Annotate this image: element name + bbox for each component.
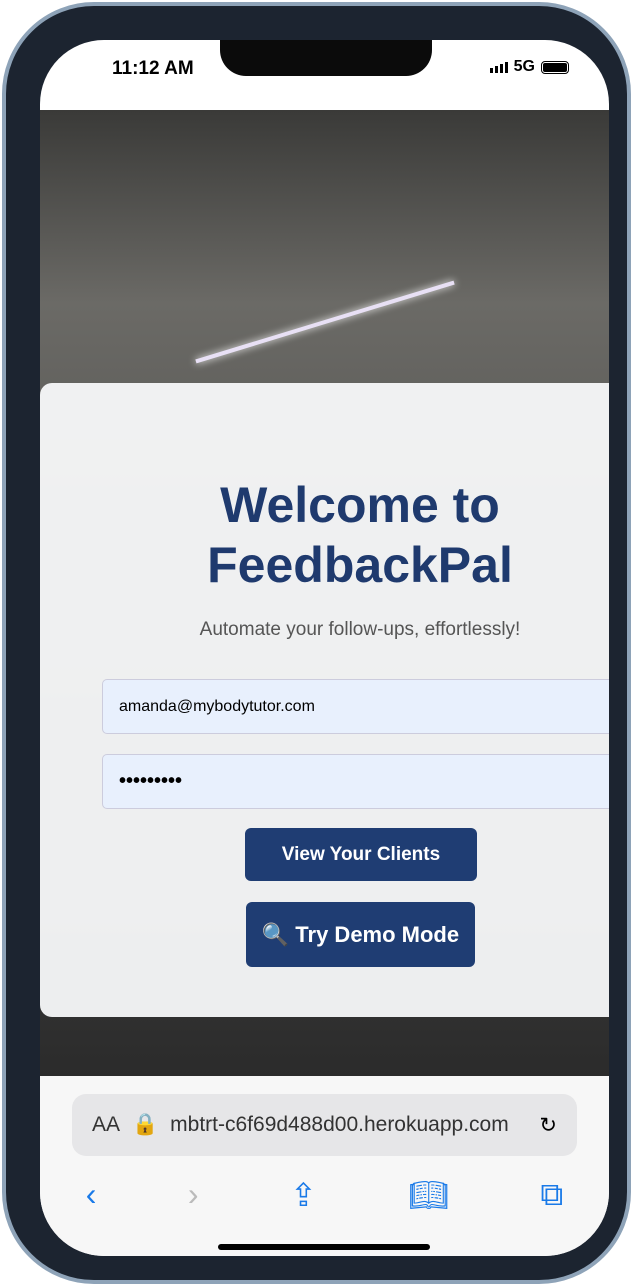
view-clients-button[interactable]: View Your Clients — [245, 828, 477, 881]
address-bar[interactable]: AA 🔒 mbtrt-c6f69d488d00.herokuapp.com ↻ — [72, 1094, 577, 1156]
forward-icon[interactable]: › — [188, 1176, 199, 1214]
phone-frame: 11:12 AM 5G Welcome to FeedbackPal Autom… — [2, 2, 631, 1284]
network-label: 5G — [513, 58, 535, 75]
password-input[interactable]: ••••••••• — [102, 754, 609, 809]
try-demo-label: Try Demo Mode — [295, 921, 460, 947]
magnifier-icon: 🔍 — [261, 921, 290, 947]
tabs-icon[interactable]: ⧉ — [540, 1176, 563, 1214]
status-icons: 5G — [489, 58, 569, 76]
bookmarks-icon[interactable]: 📖︎ — [408, 1176, 449, 1214]
page-title: Welcome to FeedbackPal — [207, 477, 513, 593]
email-input[interactable]: amanda@mybodytutor.com — [102, 679, 609, 734]
back-icon[interactable]: ‹ — [86, 1176, 97, 1214]
notch — [220, 40, 432, 76]
text-size-button[interactable]: AA — [92, 1113, 120, 1137]
lock-icon: 🔒 — [132, 1113, 159, 1136]
share-icon[interactable]: ⇪ — [290, 1176, 317, 1214]
safari-toolbar: AA 🔒 mbtrt-c6f69d488d00.herokuapp.com ↻ … — [40, 1076, 609, 1256]
home-indicator — [218, 1244, 430, 1250]
view-clients-label: View Your Clients — [281, 843, 441, 865]
try-demo-button[interactable]: 🔍 Try Demo Mode — [246, 902, 475, 967]
battery-icon — [541, 60, 569, 74]
signal-icon — [489, 61, 508, 73]
status-time: 11:12 AM — [112, 58, 194, 79]
subtitle: Automate your follow-ups, effortlessly! — [199, 619, 521, 640]
reload-icon[interactable]: ↻ — [539, 1113, 557, 1138]
url-text[interactable]: mbtrt-c6f69d488d00.herokuapp.com — [170, 1113, 527, 1137]
screen: 11:12 AM 5G Welcome to FeedbackPal Autom… — [40, 40, 609, 1256]
background-image: Welcome to FeedbackPal Automate your fol… — [40, 110, 609, 1076]
login-card: Welcome to FeedbackPal Automate your fol… — [40, 383, 609, 1017]
